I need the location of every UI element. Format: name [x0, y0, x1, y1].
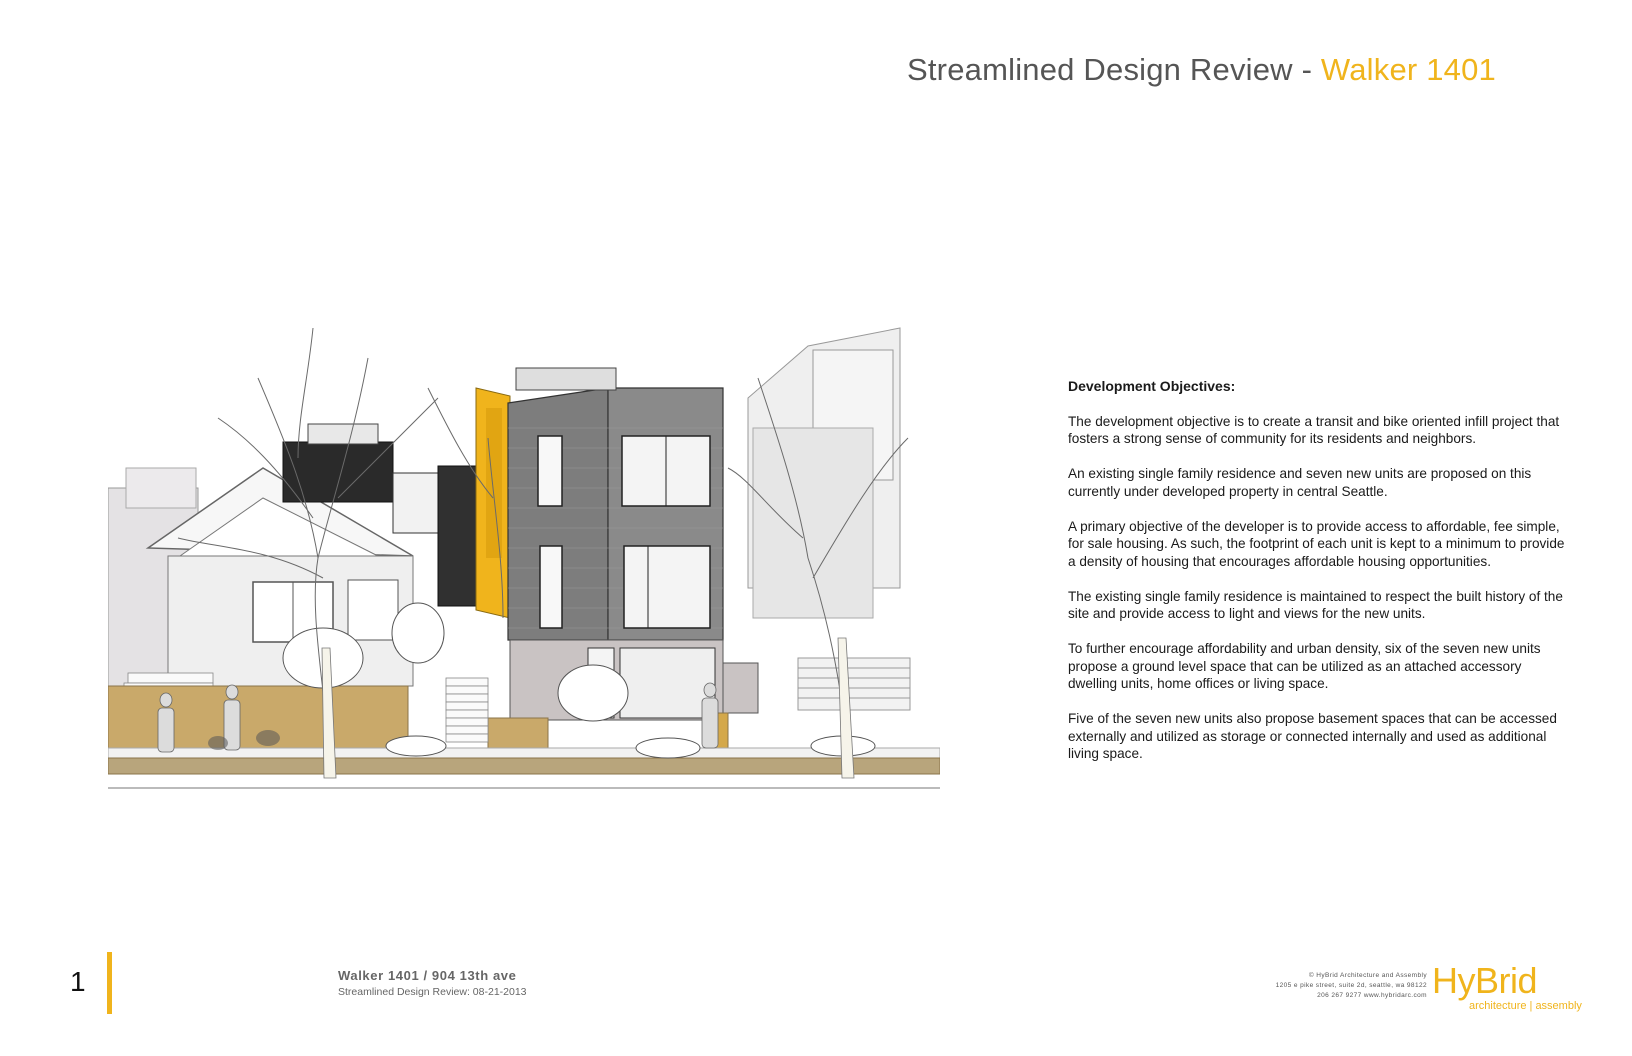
architectural-rendering	[108, 318, 940, 838]
objectives-paragraph: To further encourage affordability and u…	[1068, 641, 1541, 691]
footer-project-name: Walker 1401 / 904 13th ave	[338, 968, 517, 983]
objectives-paragraph: The development objective is to create a…	[1068, 413, 1560, 447]
footer-subtitle: Streamlined Design Review: 08-21-2013	[338, 986, 527, 998]
objectives-heading: Development Objectives:	[1068, 378, 1236, 394]
hybrid-logo: HyBrid architecture | assembly	[1432, 960, 1582, 1013]
objectives-paragraph: Five of the seven new units also propose…	[1068, 711, 1557, 761]
page-title: Streamlined Design Review - Walker 1401	[907, 52, 1496, 88]
objectives-paragraph: An existing single family residence and …	[1068, 466, 1532, 499]
credit-address: 1205 e pike street, suite 2d, seattle, w…	[1275, 982, 1427, 989]
logo-name: HyBrid	[1432, 960, 1538, 1001]
page-number: 1	[70, 966, 86, 997]
credit-contact: 206 267 9277 www.hybridarc.com	[1317, 992, 1427, 999]
rendering-illustration	[108, 327, 940, 789]
objectives-paragraph: A primary objective of the developer is …	[1068, 518, 1565, 569]
development-objectives: Development Objectives: The development …	[1068, 378, 1568, 780]
footer-accent-bar	[107, 952, 112, 1014]
logo-tagline: architecture | assembly	[1469, 1000, 1582, 1012]
page-title-accent: Walker 1401	[1320, 52, 1496, 87]
objectives-paragraph: The existing single family residence is …	[1068, 588, 1563, 622]
firm-credits: © HyBrid Architecture and Assembly 1205 …	[1276, 971, 1427, 1001]
page-title-main: Streamlined Design Review -	[906, 52, 1321, 87]
credit-copyright: © HyBrid Architecture and Assembly	[1308, 972, 1427, 979]
